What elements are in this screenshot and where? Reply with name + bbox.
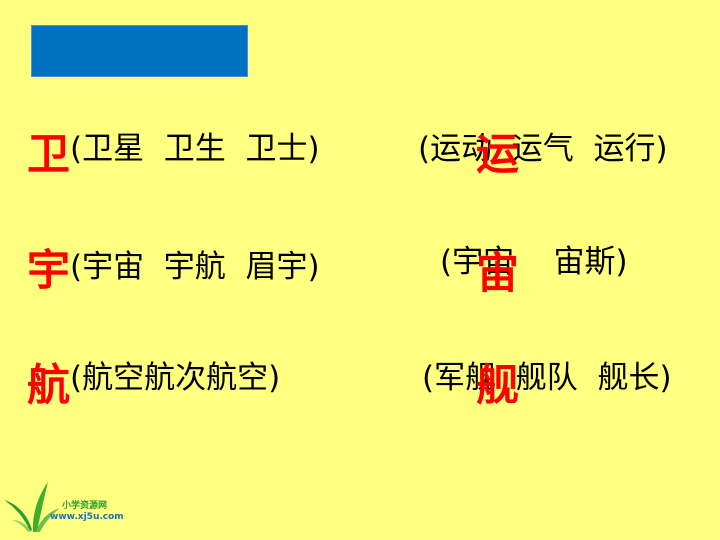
row-3-left-words: (航空航次航空)	[70, 360, 281, 396]
row-3-right-char: 舰	[476, 361, 519, 411]
row-1-left-char: 卫	[27, 130, 70, 180]
row-2-right-words: (宇宙 宙斯)	[440, 244, 628, 280]
logo-url: www.xj5u.com	[50, 512, 124, 522]
sprout-leaves-icon	[4, 482, 60, 532]
row-1-left-words: (卫星 卫生 卫士)	[70, 131, 320, 167]
row-1-right-words: (运动 运气 运行)	[418, 131, 668, 167]
row-2-left-words: (宇宙 宇航 眉宇)	[70, 249, 320, 285]
row-2-left-char: 宇	[27, 246, 70, 296]
row-3-right-words: (军舰 舰队 舰长)	[422, 360, 672, 396]
title-box	[31, 25, 248, 77]
logo-title: 小学资源网	[62, 501, 108, 511]
row-3-left-char: 航	[27, 361, 70, 411]
slide: 卫 (卫星 卫生 卫士) (运动 运气 运行) 运 宇 (宇宙 宇航 眉宇) (…	[0, 0, 720, 540]
site-logo: 小学资源网 www.xj5u.com	[0, 470, 140, 540]
row-2-right-char: 宙	[476, 249, 519, 299]
row-1-right-char: 运	[476, 130, 519, 180]
